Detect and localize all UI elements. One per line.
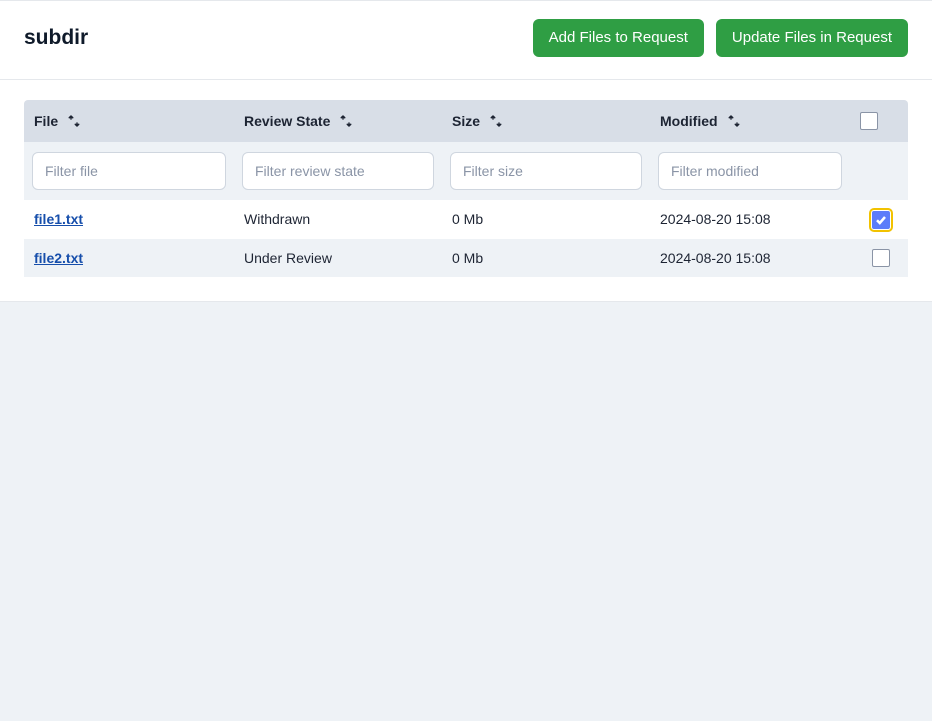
file-link[interactable]: file2.txt <box>34 250 83 266</box>
filter-modified-input[interactable] <box>658 152 842 190</box>
filter-size-input[interactable] <box>450 152 642 190</box>
col-header-size[interactable]: Size <box>442 100 650 142</box>
col-header-review-state-label: Review State <box>244 113 330 129</box>
filter-file-input[interactable] <box>32 152 226 190</box>
cell-review-state: Withdrawn <box>234 200 442 238</box>
cell-size: 0 Mb <box>442 200 650 238</box>
select-all-checkbox[interactable] <box>860 112 878 130</box>
sort-icon <box>728 115 740 127</box>
page-title: subdir <box>24 26 88 50</box>
files-table: File Review State <box>24 100 908 277</box>
table-body: file1.txt Withdrawn 0 Mb 2024-08-20 15:0… <box>24 200 908 277</box>
table-row: file2.txt Under Review 0 Mb 2024-08-20 1… <box>24 239 908 277</box>
filter-review-state-input[interactable] <box>242 152 434 190</box>
update-files-button[interactable]: Update Files in Request <box>716 19 908 57</box>
file-link[interactable]: file1.txt <box>34 211 83 227</box>
sort-icon <box>340 115 352 127</box>
header-actions: Add Files to Request Update Files in Req… <box>533 19 908 57</box>
col-header-size-label: Size <box>452 113 480 129</box>
cell-modified: 2024-08-20 15:08 <box>650 239 850 277</box>
col-header-modified[interactable]: Modified <box>650 100 850 142</box>
sort-icon <box>68 115 80 127</box>
col-header-review-state[interactable]: Review State <box>234 100 442 142</box>
sort-icon <box>490 115 502 127</box>
col-header-file[interactable]: File <box>24 100 234 142</box>
row-checkbox[interactable] <box>872 249 890 267</box>
page-header: subdir Add Files to Request Update Files… <box>0 1 932 80</box>
cell-modified: 2024-08-20 15:08 <box>650 200 850 238</box>
row-checkbox[interactable] <box>872 211 890 229</box>
cell-size: 0 Mb <box>442 239 650 277</box>
col-header-modified-label: Modified <box>660 113 718 129</box>
page-container: subdir Add Files to Request Update Files… <box>0 0 932 302</box>
table-header-row: File Review State <box>24 100 908 142</box>
table-row: file1.txt Withdrawn 0 Mb 2024-08-20 15:0… <box>24 200 908 238</box>
cell-review-state: Under Review <box>234 239 442 277</box>
add-files-button[interactable]: Add Files to Request <box>533 19 704 57</box>
table-filter-row <box>24 142 908 200</box>
table-container: File Review State <box>0 80 932 301</box>
col-header-select <box>850 100 908 142</box>
col-header-file-label: File <box>34 113 58 129</box>
